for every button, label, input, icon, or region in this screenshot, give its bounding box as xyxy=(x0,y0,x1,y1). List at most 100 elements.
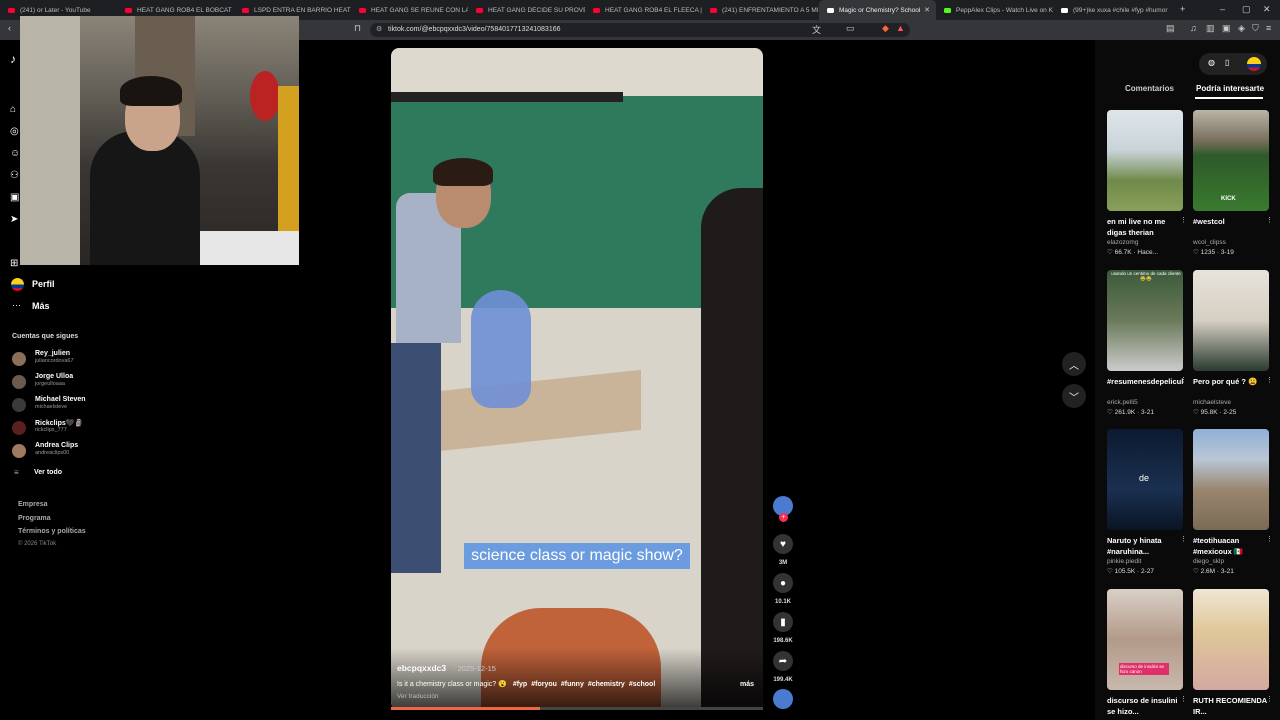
shield-icon[interactable]: ⛉ xyxy=(1252,23,1259,34)
hashtag-link[interactable]: #school xyxy=(629,681,655,688)
upload-icon[interactable]: ⊞ xyxy=(10,258,18,269)
sound-disc-icon[interactable] xyxy=(773,689,793,709)
suggested-thumbnail: de xyxy=(1107,429,1183,530)
bookmark-icon[interactable]: ⊓ xyxy=(354,23,361,34)
tab-comments[interactable]: Comentarios xyxy=(1125,84,1174,93)
more-options-icon[interactable]: ⋮ xyxy=(1180,376,1187,384)
suggested-video-card[interactable]: #teotihuacan #mexicoux 🇲🇽 diego_sklp ♡ 2.6… xyxy=(1193,429,1273,575)
coin-icon[interactable]: ◍ xyxy=(1208,58,1215,67)
suggested-video-card[interactable]: usando un centimo de cada cliente 😂😂 #res… xyxy=(1107,270,1187,416)
nav-profile[interactable]: Perfil xyxy=(32,279,55,289)
following-item[interactable]: Michael Steven michaelsteve xyxy=(12,396,112,416)
back-icon[interactable]: ‹ xyxy=(8,23,11,33)
footer-terms[interactable]: Términos y políticas xyxy=(18,528,86,535)
following-icon[interactable]: ☺ xyxy=(10,148,20,159)
more-options-icon[interactable]: ⋮ xyxy=(1180,535,1187,543)
suggested-stats: ♡ 261.9K · 3-21 xyxy=(1107,409,1155,416)
following-handle: rickclips_777 xyxy=(35,427,67,433)
more-icon[interactable]: ··· xyxy=(12,300,21,310)
extensions-icon[interactable]: ◈ xyxy=(1238,23,1245,34)
tab-suggested[interactable]: Podría interesarte xyxy=(1196,84,1264,93)
footer-program[interactable]: Programa xyxy=(18,515,51,522)
suggested-video-card[interactable]: discurso de insulini se hizo canon discur… xyxy=(1107,589,1187,717)
suggested-video-card[interactable]: en mi live no me digas therian elazozomg ♡… xyxy=(1107,110,1187,256)
more-options-icon[interactable]: ⋮ xyxy=(1266,376,1273,384)
friends-icon[interactable]: ⚇ xyxy=(10,170,19,181)
close-window-icon[interactable]: ✕ xyxy=(1263,4,1271,15)
share-icon[interactable]: ➦ xyxy=(773,651,793,671)
translate-icon[interactable]: 文 xyxy=(812,23,821,36)
suggested-user[interactable]: pinkie.piedit xyxy=(1107,558,1183,565)
browser-tab[interactable]: (241) ENFRENTAMIENTO A 5 MIN xyxy=(702,0,819,20)
wallet-icon[interactable]: ▣ xyxy=(1222,23,1231,34)
media-icon[interactable]: ♫ xyxy=(1190,23,1197,33)
video-player[interactable] xyxy=(391,48,763,710)
minimize-icon[interactable]: – xyxy=(1220,4,1225,14)
messages-icon[interactable]: ➤ xyxy=(10,214,18,225)
save-icon[interactable]: ▮ xyxy=(773,612,793,632)
sidebar-toggle-icon[interactable]: ▤ xyxy=(1166,23,1175,34)
reader-icon[interactable]: ▥ xyxy=(1206,23,1215,34)
follow-plus-icon[interactable]: + xyxy=(779,513,788,522)
suggested-video-card[interactable]: RUTH RECOMIENDA IR... ⋮ xyxy=(1193,589,1273,717)
nav-more[interactable]: Más xyxy=(32,301,50,311)
more-options-icon[interactable]: ⋮ xyxy=(1180,695,1187,703)
hashtag-link[interactable]: #funny xyxy=(561,681,584,688)
brave-rewards-icon[interactable]: ▲ xyxy=(896,23,905,33)
browser-tab[interactable]: HEAT GANG SE REUNE CON LAS T xyxy=(351,0,468,20)
browser-tab[interactable]: HEAT GANG DECIDE SU PROVEEDO xyxy=(468,0,585,20)
like-icon[interactable]: ♥ xyxy=(773,534,793,554)
hashtag-link[interactable]: #fyp xyxy=(513,681,527,688)
suggested-thumbnail xyxy=(1193,589,1269,690)
maximize-icon[interactable]: ▢ xyxy=(1242,4,1251,15)
device-icon[interactable]: ▯ xyxy=(1225,58,1229,67)
browser-tab[interactable]: HEAT GANG ROB4 EL FLEECA | BAN xyxy=(585,0,702,20)
suggested-video-card[interactable]: KICK #westcol wcol_clipss ♡ 1235 · 3-19 ⋮ xyxy=(1193,110,1273,256)
top-right-controls: ◍ ▯ xyxy=(1199,53,1267,75)
home-icon[interactable]: ⌂ xyxy=(10,104,16,115)
explore-icon[interactable]: ◎ xyxy=(10,126,19,137)
suggested-user[interactable]: diego_sklp xyxy=(1193,558,1269,565)
suggested-video-card[interactable]: de Naruto y hinata #naruhina... pinkie.pie… xyxy=(1107,429,1187,575)
browser-tab[interactable]: (99+)ke xuxa #chile #fyp #humor xyxy=(1053,0,1170,20)
tiktok-logo-icon[interactable]: ♪ xyxy=(10,52,16,66)
suggested-video-card[interactable]: Pero por qué ? 😩 michaelsteve ♡ 95.8K · 2-… xyxy=(1193,270,1273,416)
following-item[interactable]: Andrea Clips andreaclips00 xyxy=(12,442,112,462)
video-progress-bar[interactable] xyxy=(391,707,763,710)
live-icon[interactable]: ▣ xyxy=(10,192,19,203)
video-progress-fill xyxy=(391,707,540,710)
previous-video-button[interactable]: ︿ xyxy=(1062,352,1086,376)
suggested-user[interactable]: elazozomg xyxy=(1107,239,1183,246)
hashtag-link[interactable]: #chemistry xyxy=(588,681,625,688)
site-info-icon[interactable]: ⚙ xyxy=(376,23,382,37)
footer-company[interactable]: Empresa xyxy=(18,501,48,508)
menu-icon[interactable]: ≡ xyxy=(1266,23,1271,33)
browser-tab[interactable]: PeppAlex Clips - Watch Live on Ki xyxy=(936,0,1053,20)
suggested-user[interactable]: wcol_clipss xyxy=(1193,239,1269,246)
comment-icon[interactable]: ● xyxy=(773,573,793,593)
more-options-icon[interactable]: ⋮ xyxy=(1266,695,1273,703)
see-all-link[interactable]: Ver todo xyxy=(34,469,62,476)
video-author[interactable]: ebcpqxxdc3 xyxy=(397,663,446,673)
following-item[interactable]: Rey_julien juliancordova67 xyxy=(12,350,112,370)
hashtag-link[interactable]: #foryou xyxy=(531,681,557,688)
suggested-user[interactable]: michaelsteve xyxy=(1193,399,1269,406)
url-input[interactable]: ⚙ tiktok.com/@ebcpqxxdc3/video/758401771… xyxy=(370,23,910,37)
tab-favicon-icon xyxy=(8,7,15,13)
user-avatar[interactable] xyxy=(1247,57,1261,71)
brave-shield-icon[interactable]: ◆ xyxy=(882,23,889,34)
more-options-icon[interactable]: ⋮ xyxy=(1180,216,1187,224)
more-options-icon[interactable]: ⋮ xyxy=(1266,216,1273,224)
suggested-user[interactable]: erick.pelli5 xyxy=(1107,399,1183,406)
profile-avatar[interactable] xyxy=(11,278,24,291)
see-translation-link[interactable]: Ver traducción xyxy=(397,693,439,700)
cast-icon[interactable]: ▭ xyxy=(846,23,855,34)
more-link[interactable]: más xyxy=(740,681,754,688)
browser-tab[interactable]: Magic or Chemistry? School ✕ xyxy=(819,0,936,20)
following-item[interactable]: Jorge Ulloa jorgeulloaaa xyxy=(12,373,112,393)
close-tab-icon[interactable]: ✕ xyxy=(924,6,930,14)
more-options-icon[interactable]: ⋮ xyxy=(1266,535,1273,543)
next-video-button[interactable]: ﹀ xyxy=(1062,384,1086,408)
following-item[interactable]: Rickclips🖤🗿 rickclips_777 xyxy=(12,419,112,439)
new-tab-icon[interactable]: + xyxy=(1180,4,1185,14)
